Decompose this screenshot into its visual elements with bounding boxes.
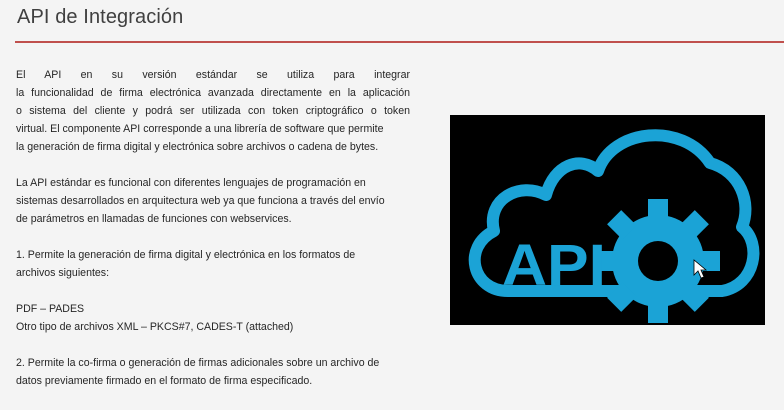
paragraph-2-line-2: sistemas desarrollados en arquitectura w… bbox=[16, 195, 385, 207]
api-label: API bbox=[502, 233, 606, 298]
body-text: El API en su versión estándar se utiliza… bbox=[16, 66, 410, 390]
paragraph-2-line-1: La API estándar es funcional con diferen… bbox=[16, 177, 366, 189]
format-pdf: PDF – PADES bbox=[16, 303, 85, 315]
paragraph-1-line-1: El API en su versión estándar se utiliza… bbox=[16, 69, 410, 81]
item-1-line-2: archivos siguientes: bbox=[16, 267, 110, 279]
paragraph-1-line-3: o sistema del cliente y podrá ser utiliz… bbox=[16, 105, 410, 117]
api-cloud-image: API bbox=[450, 115, 765, 325]
title-divider bbox=[15, 41, 784, 43]
paragraph-1-line-5: la generación de firma digital y electró… bbox=[16, 141, 379, 153]
paragraph-1-line-4: virtual. El componente API corresponde a… bbox=[16, 123, 384, 135]
item-1-line-1: 1. Permite la generación de firma digita… bbox=[16, 249, 356, 261]
item-2-line-1: 2. Permite la co-firma o generación de f… bbox=[16, 357, 380, 369]
paragraph-2-line-3: de parámetros en llamadas de funciones c… bbox=[16, 213, 292, 225]
slide-title: API de Integración bbox=[17, 6, 184, 28]
format-xml: Otro tipo de archivos XML – PKCS#7, CADE… bbox=[16, 321, 294, 333]
item-2-line-2: datos previamente firmado en el formato … bbox=[16, 375, 313, 387]
paragraph-1-line-2: la funcionalidad de firma electrónica av… bbox=[16, 87, 410, 99]
cloud-gear-icon: API bbox=[468, 129, 760, 323]
